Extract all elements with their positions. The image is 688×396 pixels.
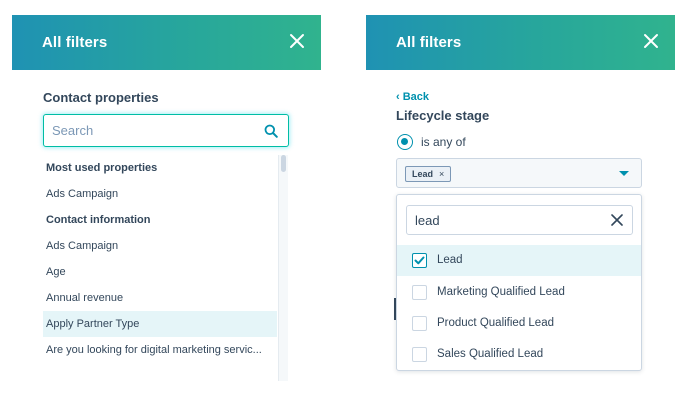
caret-down-icon[interactable] — [619, 171, 629, 176]
close-icon — [290, 34, 304, 48]
tag-label: Lead — [412, 169, 434, 179]
checkmark-icon — [414, 256, 425, 265]
option-label: Sales Qualified Lead — [437, 348, 544, 360]
lifecycle-stage-select[interactable]: Lead × — [396, 158, 642, 188]
option-label: Product Qualified Lead — [437, 317, 554, 329]
clear-icon[interactable] — [611, 214, 623, 226]
property-item[interactable]: Ads Campaign — [43, 181, 277, 207]
field-title: Lifecycle stage — [396, 108, 490, 123]
checkbox-checked[interactable] — [412, 253, 427, 268]
property-item-selected[interactable]: Apply Partner Type — [43, 311, 277, 337]
back-link[interactable]: ‹ Back — [396, 91, 429, 103]
property-group-header: Most used properties — [46, 162, 158, 174]
panel-title: All filters — [42, 34, 108, 51]
option-label: Marketing Qualified Lead — [437, 286, 565, 298]
property-group-header: Contact information — [46, 214, 151, 226]
property-list: Most used properties Ads Campaign Contac… — [43, 155, 277, 381]
property-item[interactable]: Annual revenue — [43, 285, 277, 311]
dropdown-search[interactable] — [406, 205, 633, 235]
filters-panel-right: All filters ‹ Back Lifecycle stage is an… — [366, 15, 675, 396]
lifecycle-stage-dropdown: Lead Marketing Qualified Lead Product Qu… — [396, 194, 642, 371]
back-label: Back — [402, 91, 430, 103]
checkbox[interactable] — [412, 316, 427, 331]
option-sales-qualified-lead[interactable]: Sales Qualified Lead — [397, 339, 641, 370]
checkbox[interactable] — [412, 347, 427, 362]
search-icon[interactable] — [264, 124, 278, 138]
panel-title: All filters — [396, 34, 462, 51]
property-item[interactable]: Are you looking for digital marketing se… — [43, 337, 277, 363]
section-title: Contact properties — [43, 90, 159, 105]
option-product-qualified-lead[interactable]: Product Qualified Lead — [397, 308, 641, 339]
checkbox[interactable] — [412, 285, 427, 300]
close-icon — [644, 34, 658, 48]
close-button[interactable] — [287, 31, 307, 51]
chevron-left-icon: ‹ — [396, 91, 400, 103]
property-item[interactable]: Ads Campaign — [43, 233, 277, 259]
property-search[interactable] — [43, 114, 289, 147]
panel-header: All filters — [12, 15, 321, 70]
tag-remove-icon[interactable]: × — [439, 167, 444, 181]
selected-tag: Lead × — [405, 166, 452, 182]
radio-button[interactable] — [397, 134, 413, 150]
filters-panel-left: All filters Contact properties Most used… — [12, 15, 321, 396]
panel-header: All filters — [366, 15, 675, 70]
option-label: Lead — [437, 254, 463, 266]
operator-label: is any of — [421, 135, 466, 149]
option-lead[interactable]: Lead — [397, 245, 641, 276]
close-button[interactable] — [641, 31, 661, 51]
property-list-scrollbar[interactable] — [278, 155, 288, 381]
property-item[interactable]: Age — [43, 259, 277, 285]
dropdown-search-input[interactable] — [407, 206, 597, 234]
scrollbar-thumb[interactable] — [281, 155, 286, 172]
option-marketing-qualified-lead[interactable]: Marketing Qualified Lead — [397, 277, 641, 308]
search-input[interactable] — [44, 115, 254, 146]
